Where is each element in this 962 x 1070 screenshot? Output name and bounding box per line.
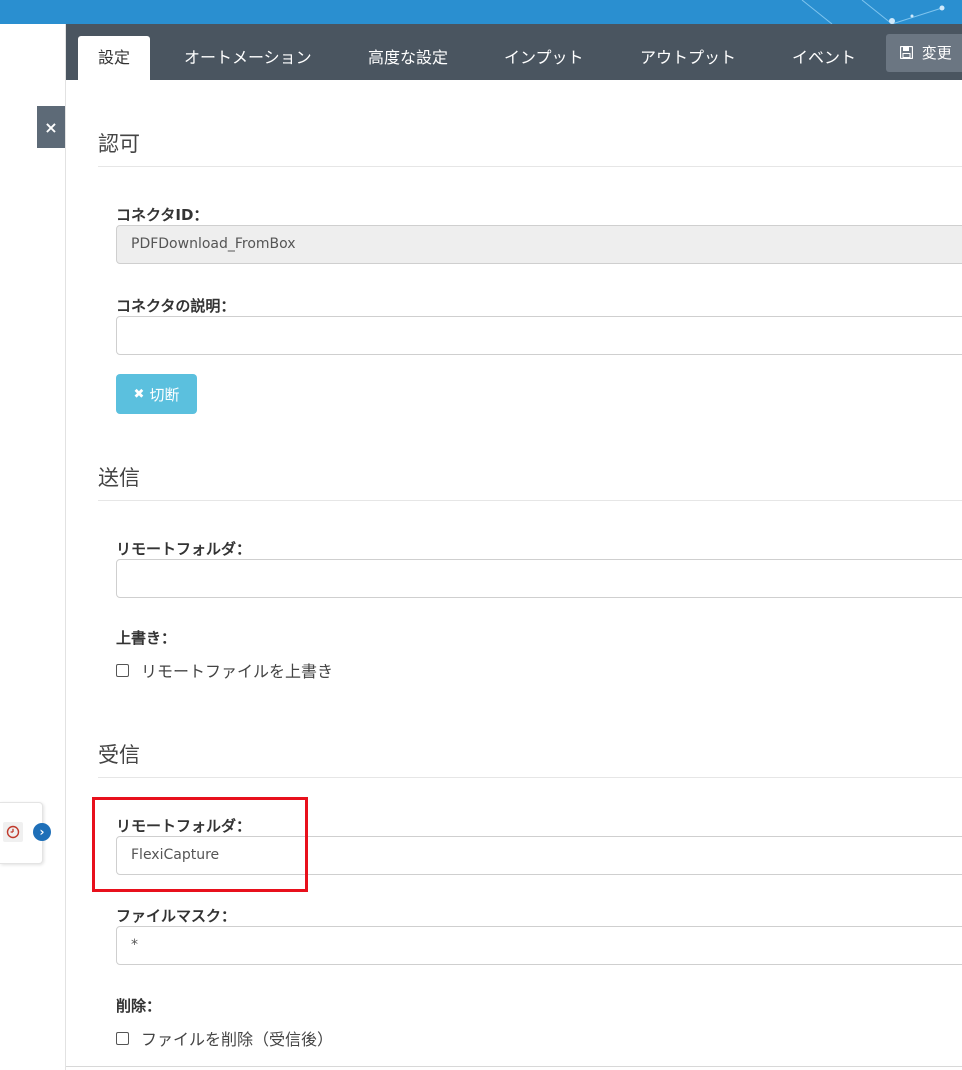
overwrite-label: 上書き： xyxy=(116,629,177,647)
overwrite-checkbox[interactable] xyxy=(116,663,129,677)
connector-description-label: コネクタの説明： xyxy=(116,297,236,315)
tab-settings[interactable]: 設定 xyxy=(78,36,150,80)
section-title-receive: 受信 xyxy=(98,743,140,767)
overwrite-checkbox-label: リモートファイルを上書き xyxy=(141,662,334,681)
tab-output[interactable]: アウトプット xyxy=(640,36,736,80)
close-panel-button[interactable]: × xyxy=(37,106,65,148)
disconnect-button[interactable]: ✖ 切断 xyxy=(116,374,197,414)
connector-id-field: PDFDownload_FromBox xyxy=(116,225,962,264)
section-divider xyxy=(98,500,962,501)
chevron-right-icon[interactable]: › xyxy=(33,823,51,841)
delete-option[interactable]: ファイルを削除（受信後） xyxy=(116,1026,333,1050)
top-header-bar xyxy=(0,0,962,24)
left-sidebar-strip xyxy=(0,24,66,1070)
delete-checkbox-label: ファイルを削除（受信後） xyxy=(141,1030,334,1049)
tab-automation[interactable]: オートメーション xyxy=(184,36,312,80)
send-remote-folder-label: リモートフォルダ： xyxy=(116,540,252,558)
x-icon: ✖ xyxy=(133,386,145,402)
delete-label: 削除： xyxy=(116,997,162,1015)
file-mask-label: ファイルマスク： xyxy=(116,907,237,925)
tab-advanced-settings[interactable]: 高度な設定 xyxy=(368,36,448,80)
floppy-disk-icon xyxy=(899,44,922,62)
file-mask-field[interactable]: * xyxy=(116,926,962,965)
connector-id-label: コネクタID： xyxy=(116,206,209,224)
bottom-divider xyxy=(66,1066,962,1067)
overwrite-option[interactable]: リモートファイルを上書き xyxy=(116,658,333,682)
section-title-authorization: 認可 xyxy=(98,132,140,156)
save-changes-button[interactable]: 変更 xyxy=(886,34,962,72)
send-remote-folder-field[interactable] xyxy=(116,559,962,598)
connector-description-field[interactable] xyxy=(116,316,962,355)
tab-input[interactable]: インプット xyxy=(504,36,584,80)
clock-icon[interactable] xyxy=(3,822,23,842)
section-title-send: 送信 xyxy=(98,466,140,490)
tab-bar: 設定 オートメーション 高度な設定 インプット アウトプット イベント 変更 xyxy=(66,24,962,80)
close-icon: × xyxy=(44,117,58,137)
save-button-label: 変更 xyxy=(921,44,952,62)
section-divider xyxy=(98,777,962,778)
delete-checkbox[interactable] xyxy=(116,1031,129,1045)
highlight-box xyxy=(92,797,308,892)
disconnect-button-label: 切断 xyxy=(149,385,180,404)
section-divider xyxy=(98,166,962,167)
header-decoration-icon xyxy=(801,0,945,24)
tab-events[interactable]: イベント xyxy=(792,36,856,80)
